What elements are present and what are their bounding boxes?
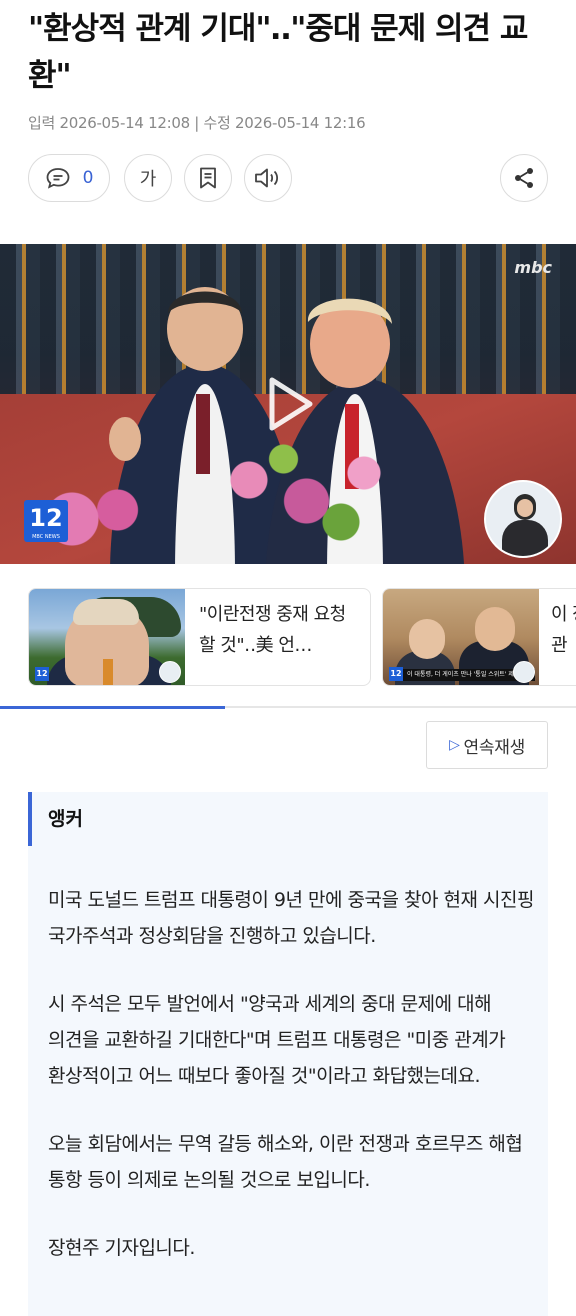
- article-paragraph: 시 주석은 모두 발언에서 "양국과 세계의 중대 문제에 대해 의견을 교환하…: [48, 993, 506, 1087]
- font-size-button[interactable]: 가: [124, 154, 172, 202]
- play-small-icon: ▷: [449, 737, 460, 753]
- related-video-card[interactable]: 12 "이란전쟁 중재 요청할 것"‥美 언…: [28, 588, 371, 686]
- article-headline: "환상적 관계 기대"‥"중대 문제 의견 교환": [28, 11, 528, 94]
- bookmark-icon: [200, 167, 216, 189]
- article-paragraphs: 미국 도널드 트럼프 대통령이 9년 만에 중국을 찾아 현재 시진핑 국가주석…: [48, 882, 538, 1298]
- related-video-card[interactable]: 이 대통령, 더 게이츠 만나 '통일 스위트' 제안 12 이 장관: [382, 588, 576, 686]
- related-video-thumbnail: 이 대통령, 더 게이츠 만나 '통일 스위트' 제안 12: [383, 589, 539, 685]
- article-paragraph: 미국 도널드 트럼프 대통령이 9년 만에 중국을 찾아 현재 시진핑 국가주석…: [48, 889, 534, 947]
- speaker-icon: [255, 168, 279, 188]
- read-aloud-button[interactable]: [244, 154, 292, 202]
- sign-language-thumb: [159, 661, 181, 683]
- video-player[interactable]: mbc 12 MBC NEWS: [0, 244, 576, 564]
- channel-logo-small: 12: [35, 667, 49, 681]
- bookmark-button[interactable]: [184, 154, 232, 202]
- autoplay-label: 연속재생: [463, 737, 526, 758]
- comment-button[interactable]: 0: [28, 154, 110, 202]
- share-button[interactable]: [500, 154, 548, 202]
- share-icon: [515, 168, 533, 188]
- related-video-title: "이란전쟁 중재 요청할 것"‥美 언…: [199, 604, 346, 656]
- related-video-title: 이 장관: [551, 604, 576, 656]
- related-video-thumbnail: 12: [29, 589, 185, 685]
- broadcaster-logo: mbc: [514, 258, 552, 277]
- play-icon[interactable]: [264, 374, 316, 434]
- section-label: 앵커: [48, 808, 83, 830]
- article-paragraph: 오늘 회담에서는 무역 갈등 해소와, 이란 전쟁과 호르무즈 해협 통항 등이…: [48, 1133, 523, 1191]
- channel-logo: 12 MBC NEWS: [24, 500, 68, 542]
- article-paragraph: 장현주 기자입니다.: [48, 1237, 195, 1259]
- sign-language-thumb: [513, 661, 535, 683]
- article-toolbar: 0 가: [28, 154, 548, 202]
- carousel-scroll-track: [0, 706, 576, 709]
- comment-count: 0: [82, 168, 94, 188]
- autoplay-button[interactable]: ▷ 연속재생: [426, 721, 548, 769]
- comment-icon: [46, 168, 69, 189]
- related-videos-carousel[interactable]: 12 "이란전쟁 중재 요청할 것"‥美 언… 이 대통령, 더 게이츠 만나 …: [28, 588, 576, 686]
- article-body: 앵커 미국 도널드 트럼프 대통령이 9년 만에 중국을 찾아 현재 시진핑 국…: [28, 792, 548, 1316]
- channel-sub: MBC NEWS: [32, 534, 60, 540]
- sign-language-interpreter: [484, 480, 562, 558]
- article-timestamps: 입력 2026-05-14 12:08 | 수정 2026-05-14 12:1…: [28, 114, 366, 132]
- font-size-label: 가: [139, 169, 157, 190]
- carousel-scroll-indicator: [0, 706, 225, 709]
- channel-number: 12: [29, 504, 63, 532]
- channel-logo-small: 12: [389, 667, 403, 681]
- video-frame-flowers: [180, 424, 410, 564]
- section-accent-bar: [28, 792, 32, 846]
